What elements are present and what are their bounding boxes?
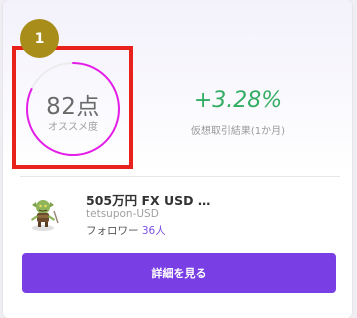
trader-name[interactable]: 505万円 FX USD … (86, 190, 306, 209)
view-details-button[interactable]: 詳細を見る (22, 253, 336, 293)
followers: フォロワー 36人 (86, 223, 306, 238)
score-highlight-box (12, 46, 133, 169)
rank-badge: 1 (20, 19, 59, 58)
trader-id: tetsupon-USD (86, 208, 159, 220)
followers-label: フォロワー (86, 225, 139, 237)
goblin-avatar-icon (23, 193, 63, 233)
ranking-card[interactable]: 1 82点 オススメ度 +3.28% 仮想取引結果(1か月) 505万円 FX … (3, 0, 352, 318)
divider (20, 176, 340, 177)
followers-count: 36人 (141, 225, 166, 237)
performance-label: 仮想取引結果(1か月) (190, 126, 286, 137)
performance-value: +3.28% (193, 88, 283, 113)
trader-avatar[interactable] (23, 193, 63, 233)
